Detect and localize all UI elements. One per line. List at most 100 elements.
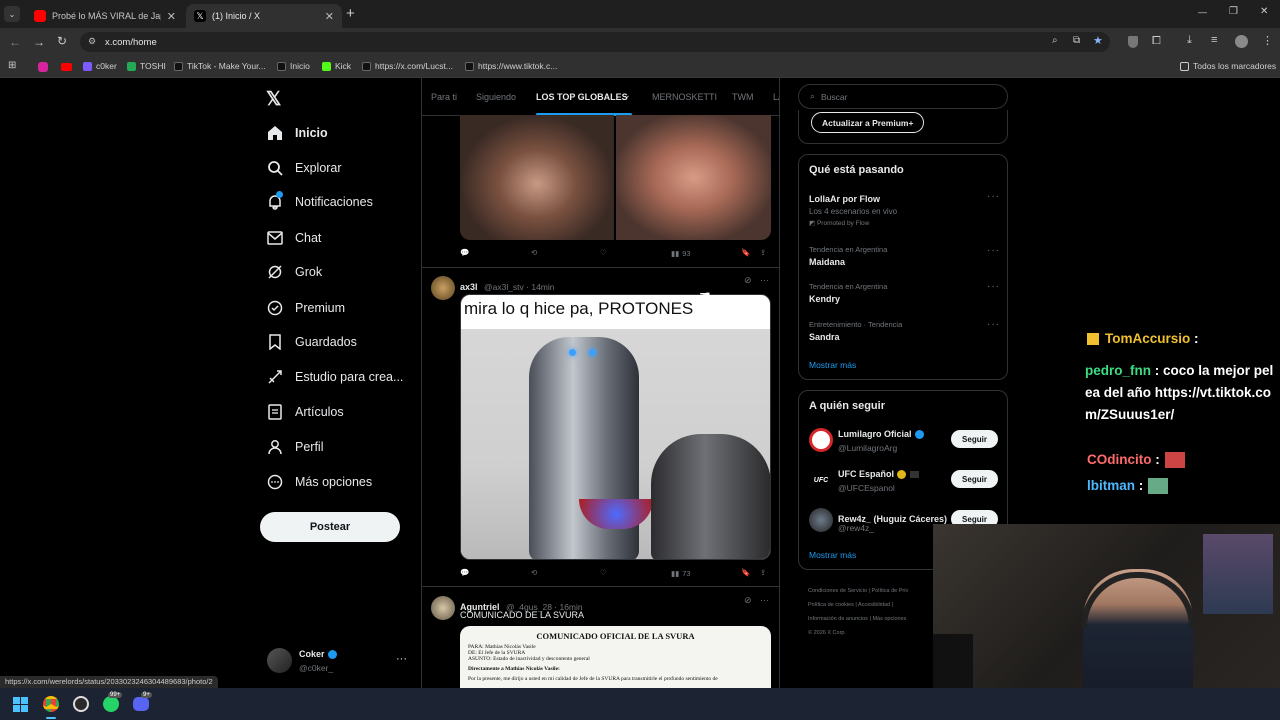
- star-icon[interactable]: ★: [1093, 34, 1103, 47]
- nav-estudio[interactable]: Estudio para crea...: [266, 365, 403, 389]
- repost-icon[interactable]: ⟲: [531, 568, 537, 577]
- trend-item[interactable]: Tendencia en Argentina Kendry: [809, 282, 887, 304]
- bookmark-c0ker[interactable]: c0ker: [83, 61, 117, 71]
- footer-link[interactable]: Condiciones de Servicio: [808, 588, 867, 594]
- tab-la[interactable]: LA: [773, 92, 779, 102]
- tab-mernosketti[interactable]: MERNOSKETTI: [652, 92, 717, 102]
- forward-icon[interactable]: →: [33, 35, 45, 49]
- nav-guardados[interactable]: Guardados: [266, 330, 357, 354]
- post-photo-left[interactable]: [460, 115, 614, 240]
- follow-name[interactable]: UFC Español: [838, 469, 920, 479]
- footer-link[interactable]: Política de Priv: [872, 588, 909, 594]
- show-more-link[interactable]: Mostrar más: [809, 550, 856, 560]
- reload-icon[interactable]: ↻: [57, 34, 67, 48]
- discord-icon[interactable]: [133, 697, 149, 711]
- more-icon[interactable]: ···: [760, 595, 769, 605]
- footer-link[interactable]: Política de cookies: [808, 602, 854, 608]
- obs-icon[interactable]: [73, 696, 89, 712]
- avatar[interactable]: [431, 596, 455, 620]
- instagram-icon[interactable]: [38, 62, 48, 72]
- nav-perfil[interactable]: Perfil: [266, 435, 323, 459]
- post-button[interactable]: Postear: [260, 512, 400, 542]
- upgrade-premium-button[interactable]: Actualizar a Premium+: [811, 112, 925, 133]
- post-author[interactable]: ax3l: [460, 282, 478, 292]
- nav-grok[interactable]: Grok: [266, 260, 322, 284]
- tab-search-button[interactable]: ⌄: [4, 6, 20, 22]
- address-bar[interactable]: ⚙ x.com/home ⌕ ⧉ ★: [80, 32, 1110, 52]
- more-icon[interactable]: ···: [987, 319, 1000, 330]
- views-count[interactable]: ▮▮ 73: [671, 569, 691, 578]
- account-more-icon[interactable]: ···: [396, 653, 407, 665]
- back-icon[interactable]: ←: [9, 35, 21, 49]
- avatar[interactable]: [809, 428, 833, 452]
- like-icon[interactable]: ♡: [600, 248, 607, 257]
- nav-inicio[interactable]: Inicio: [266, 121, 328, 145]
- apps-icon[interactable]: ⊞: [8, 60, 16, 71]
- bookmark-tiktok-url[interactable]: https://www.tiktok.c...: [465, 61, 557, 71]
- extension-shield-icon[interactable]: [1128, 36, 1138, 48]
- nav-premium[interactable]: Premium: [266, 296, 345, 320]
- browser-tab-x[interactable]: 𝕏 (1) Inicio / X ✕: [186, 4, 342, 28]
- post-document-image[interactable]: COMUNICADO OFICIAL DE LA SVURA PARA: Mat…: [460, 626, 771, 688]
- chrome-icon[interactable]: [43, 696, 59, 712]
- download-icon[interactable]: ⤓: [1187, 34, 1192, 47]
- close-icon[interactable]: ✕: [325, 10, 334, 23]
- reply-icon[interactable]: 💬: [460, 248, 469, 257]
- follow-name[interactable]: Lumilagro Oficial: [838, 429, 924, 439]
- new-tab-button[interactable]: +: [346, 5, 355, 22]
- bookmark-icon[interactable]: 🔖: [741, 248, 750, 257]
- nav-articulos[interactable]: Artículos: [266, 400, 344, 424]
- bookmark-kick[interactable]: Kick: [322, 61, 351, 71]
- repost-icon[interactable]: ⟲: [531, 248, 537, 257]
- footer-link[interactable]: Información de anuncios: [808, 616, 868, 622]
- nav-mas-opciones[interactable]: Más opciones: [266, 470, 372, 494]
- footer-link[interactable]: Más opciones: [872, 616, 906, 622]
- zoom-icon[interactable]: ⌕: [1052, 35, 1058, 46]
- more-icon[interactable]: ···: [987, 281, 1000, 292]
- bookmark-x-lucst[interactable]: https://x.com/Lucst...: [362, 61, 453, 71]
- minimize-button[interactable]: —: [1198, 7, 1207, 17]
- reply-icon[interactable]: 💬: [460, 568, 469, 577]
- tab-siguiendo[interactable]: Siguiendo: [476, 92, 516, 102]
- bookmark-toshi[interactable]: TOSHI: [127, 61, 166, 71]
- post-media[interactable]: mira lo q hice pa, PROTONES: [460, 294, 771, 560]
- x-logo-icon[interactable]: 𝕏: [266, 88, 281, 111]
- avatar[interactable]: [431, 276, 455, 300]
- views-count[interactable]: ▮▮ 93: [671, 249, 691, 258]
- all-bookmarks[interactable]: Todos los marcadores: [1180, 61, 1276, 71]
- show-more-link[interactable]: Mostrar más: [809, 360, 856, 370]
- extensions-icon[interactable]: ⧠: [1152, 35, 1161, 48]
- bookmark-icon[interactable]: 🔖: [741, 568, 750, 577]
- grok-icon[interactable]: ⊘: [744, 275, 752, 286]
- follow-button[interactable]: Seguir: [951, 430, 998, 448]
- menu-icon[interactable]: ⋮: [1262, 34, 1273, 47]
- grok-icon[interactable]: ⊘: [744, 595, 752, 606]
- tab-para-ti[interactable]: Para ti: [431, 92, 457, 102]
- like-icon[interactable]: ♡: [600, 568, 607, 577]
- trend-item[interactable]: Tendencia en Argentina Maidana: [809, 245, 887, 267]
- follow-button[interactable]: Seguir: [951, 470, 998, 488]
- media-icon[interactable]: ≡: [1211, 34, 1217, 46]
- footer-link[interactable]: Accesibilidad: [858, 602, 890, 608]
- close-window-button[interactable]: ✕: [1260, 6, 1268, 17]
- share-icon[interactable]: ⇪: [760, 248, 766, 257]
- bookmark-tiktok[interactable]: TikTok - Make Your...: [174, 61, 266, 71]
- share-icon[interactable]: ⇪: [760, 568, 766, 577]
- bookmark-inicio[interactable]: Inicio: [277, 61, 310, 71]
- profile-avatar[interactable]: [1235, 35, 1248, 48]
- restore-button[interactable]: ❐: [1229, 6, 1238, 17]
- nav-chat[interactable]: Chat: [266, 226, 321, 250]
- chevron-down-icon[interactable]: ⌄: [623, 90, 631, 101]
- windows-start-icon[interactable]: [13, 697, 28, 712]
- more-icon[interactable]: ···: [987, 245, 1000, 256]
- post-photo-right[interactable]: [616, 115, 771, 240]
- nav-notificaciones[interactable]: Notificaciones: [266, 190, 373, 214]
- whatsapp-icon[interactable]: [103, 696, 119, 712]
- browser-tab-youtube[interactable]: Probé lo MÁS VIRAL de Japón ✕: [26, 4, 184, 28]
- account-switcher[interactable]: Coker @c0ker_ ···: [265, 646, 410, 676]
- youtube-bookmark-icon[interactable]: [61, 63, 72, 71]
- trend-item[interactable]: Entretenimiento · Tendencia Sandra: [809, 320, 902, 342]
- tab-los-top-globales[interactable]: LOS TOP GLOBALES: [536, 92, 628, 102]
- more-icon[interactable]: ···: [987, 191, 1000, 202]
- site-info-icon[interactable]: ⚙: [88, 36, 96, 47]
